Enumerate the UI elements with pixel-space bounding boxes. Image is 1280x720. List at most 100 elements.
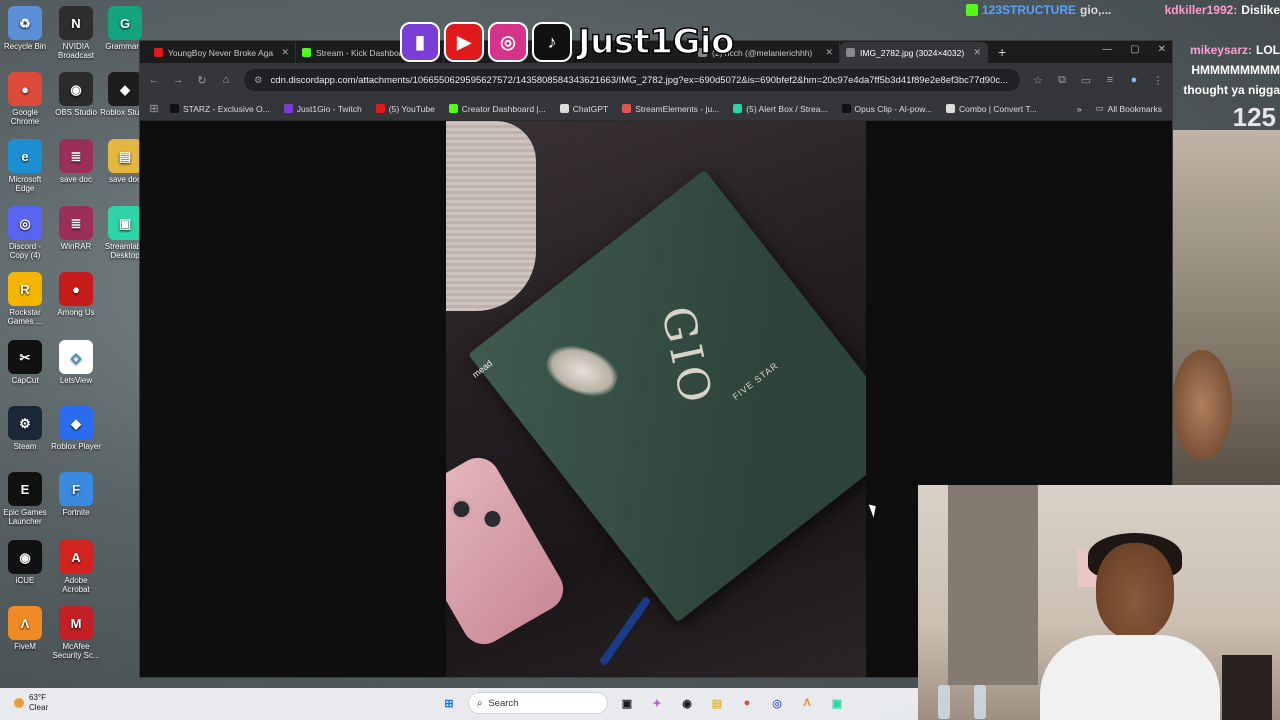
chat-text: thought ya nigga	[1183, 83, 1280, 97]
close-tab-icon[interactable]: ✕	[281, 47, 289, 58]
desktop-icon[interactable]: ⚙ Steam	[0, 406, 50, 451]
chat-overlay: 123STRUCTURE gio,... kdkiller1992: Dislike m…	[966, 0, 1280, 132]
desktop-icon-label: Epic Games Launcher	[3, 508, 47, 526]
chat-username: 123STRUCTURE	[982, 3, 1077, 17]
bookmark-item[interactable]: ChatGPT	[559, 104, 608, 114]
bookmark-item[interactable]: STARZ - Exclusive O...	[170, 104, 270, 114]
bookmark-item[interactable]: (5) Alert Box / Strea...	[733, 104, 828, 114]
desktop-icon[interactable]: ● Google Chrome	[0, 72, 50, 126]
bookmark-label: STARZ - Exclusive O...	[183, 103, 270, 114]
desktop-icon[interactable]: A Adobe Acrobat	[51, 540, 101, 594]
desktop-icon[interactable]: ≣ save doc	[51, 139, 101, 184]
desktop-icon[interactable]: ≣ WinRAR	[51, 206, 101, 251]
bookmark-item[interactable]: (5) YouTube	[375, 104, 435, 114]
weather-condition: Clear	[29, 703, 49, 712]
copilot-icon[interactable]: ✦	[646, 692, 668, 714]
desktop-icon-label: LetsView	[59, 376, 93, 385]
reload-icon[interactable]: ↻	[196, 74, 208, 87]
app-icon: ◉	[8, 540, 42, 574]
app-icon: N	[59, 6, 93, 40]
weather-temp: 63°F	[29, 693, 46, 702]
desktop-icon-label: CapCut	[11, 376, 39, 385]
weather-widget[interactable]: 63°F Clear	[14, 693, 48, 713]
desktop-icon[interactable]: ◎ Discord - Copy (4)	[0, 206, 50, 260]
desktop-icon[interactable]: R Rockstar Games ...	[0, 272, 50, 326]
chat-message: thought ya nigga	[966, 80, 1280, 100]
url-text: cdn.discordapp.com/attachments/106655062…	[270, 74, 1009, 86]
bookmark-item[interactable]: StreamElements - ju...	[622, 104, 719, 114]
chat-message: mikeysarz: LOL	[966, 40, 1280, 60]
address-bar[interactable]: ⚙ cdn.discordapp.com/attachments/1066550…	[244, 69, 1020, 91]
app-icon: ▣	[108, 206, 142, 240]
streamer-handle: Just1Gio	[577, 21, 735, 63]
bookmark-favicon	[559, 104, 569, 113]
obs-taskbar-icon[interactable]: ◉	[676, 692, 698, 714]
desktop-icon[interactable]: ✂ CapCut	[0, 340, 50, 385]
browser-tab[interactable]: YoungBoy Never Broke Aga ✕	[148, 42, 296, 63]
photo-image[interactable]: GIO FIVE STAR mead	[446, 121, 866, 677]
desktop-icon-label: save doc	[59, 175, 93, 184]
fivem-taskbar-icon[interactable]: Λ	[796, 692, 818, 714]
home-icon[interactable]: ⌂	[220, 74, 232, 86]
task-view-icon[interactable]: ▣	[616, 692, 638, 714]
app-icon: ▤	[108, 139, 142, 173]
webcam-head	[1096, 543, 1174, 639]
app-icon: Λ	[8, 606, 42, 640]
streamlabs-taskbar-icon[interactable]: ▣	[826, 692, 848, 714]
desktop-icon[interactable]: F Fortnite	[51, 472, 101, 517]
search-placeholder: Search	[488, 697, 519, 709]
desktop-icon[interactable]: ◇ LetsView	[51, 340, 101, 385]
desktop-icon-label: OBS Studio	[55, 108, 97, 117]
desktop-icon[interactable]: M McAfee Security Sc...	[51, 606, 101, 660]
phone-lens	[446, 494, 477, 525]
app-icon: F	[59, 472, 93, 506]
instagram-icon: ◎	[488, 22, 528, 62]
app-icon: ◇	[59, 340, 93, 374]
start-icon[interactable]: ⊞	[438, 692, 460, 714]
desktop-icon[interactable]: N NVIDIA Broadcast	[51, 6, 101, 60]
phone-lens	[477, 503, 508, 534]
close-tab-icon[interactable]: ✕	[825, 47, 833, 58]
bookmark-favicon	[622, 104, 632, 113]
discord-taskbar-icon[interactable]: ◎	[766, 692, 788, 714]
back-icon[interactable]: ←	[148, 74, 160, 86]
app-icon: M	[59, 606, 93, 640]
bookmark-favicon	[841, 104, 851, 113]
bookmark-favicon	[733, 104, 743, 113]
desktop-icon[interactable]: ◉ OBS Studio	[51, 72, 101, 117]
site-info-icon[interactable]: ⚙	[254, 75, 263, 86]
chat-username: kdkiller1992:	[1164, 3, 1238, 17]
desktop-icon[interactable]: ◉ iCUE	[0, 540, 50, 585]
chat-text: HMMMMMMMM	[1191, 63, 1280, 77]
chat-username: mikeysarz:	[1189, 43, 1252, 57]
chrome-taskbar-icon[interactable]: ●	[736, 692, 758, 714]
app-icon: e	[8, 139, 42, 173]
bookmark-favicon	[170, 104, 179, 113]
webcam-body	[1040, 635, 1220, 720]
chat-text: gio,...	[1080, 3, 1112, 17]
apps-grid-icon[interactable]: ⊞	[148, 102, 160, 115]
desktop-icon-label: Google Chrome	[10, 108, 40, 126]
desktop-icon[interactable]: Λ FiveM	[0, 606, 50, 651]
desktop-icon-label: McAfee Security Sc...	[52, 642, 100, 660]
desktop-icon-label: Adobe Acrobat	[62, 576, 90, 594]
bookmark-item[interactable]: Opus Clip - AI-pow...	[841, 104, 932, 114]
bookmark-favicon	[946, 104, 956, 113]
desktop-icon[interactable]: ♻ Recycle Bin	[0, 6, 50, 51]
bookmark-item[interactable]: Creator Dashboard |...	[448, 104, 546, 114]
mouse-cursor-icon	[868, 502, 880, 518]
file-explorer-icon[interactable]: ▤	[706, 692, 728, 714]
desktop-icon[interactable]: ● Among Us	[51, 272, 101, 317]
webcam-main	[918, 485, 1280, 720]
app-icon: ●	[8, 72, 42, 106]
desktop-icon[interactable]: ◆ Roblox Player	[51, 406, 101, 451]
desktop-icon[interactable]: E Epic Games Launcher	[0, 472, 50, 526]
chat-count: 125	[1232, 102, 1276, 132]
app-icon: R	[8, 272, 42, 306]
forward-icon[interactable]: →	[172, 74, 184, 86]
desktop-icon[interactable]: e Microsoft Edge	[0, 139, 50, 193]
pen-shape	[598, 595, 652, 667]
bookmark-item[interactable]: Just1Gio - Twitch	[283, 104, 362, 114]
desktop-icon-label: FiveM	[14, 642, 36, 651]
taskbar-search[interactable]: ⌕ Search	[468, 692, 608, 714]
